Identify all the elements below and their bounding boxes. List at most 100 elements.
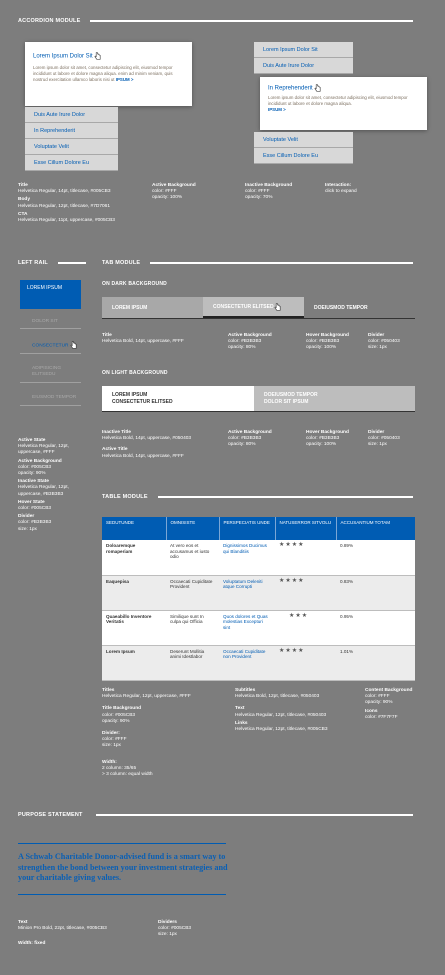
spec-value: size: 1px: [368, 345, 387, 351]
accordion-open-panel-left[interactable]: Lorem Ipsum Dolor Sit Lorem ipsum dolor …: [25, 42, 192, 106]
accordion-panel-title[interactable]: In Reprehenderit: [268, 84, 419, 92]
tab-light-spec-titles: Inactive Title Helvetica Bold, 14pt, uppe…: [102, 430, 222, 460]
accordion-open-panel-right[interactable]: In Reprehenderit Lorem ipsum dolor sit a…: [260, 77, 427, 130]
spec-value: Helvetica Regular, 11pt, uppercase, #005…: [18, 218, 115, 224]
left-rail-specs: Active State Helvetica Regular, 12pt, uppe…: [18, 438, 88, 533]
accordion-specs-interaction: Interaction: click to expand: [325, 183, 357, 195]
star-rating-icon: ★★★★: [275, 575, 336, 611]
accordion-item[interactable]: Esse Cillum Dolore Eu: [25, 155, 118, 171]
tab-item-active[interactable]: CONSECTETUR ELITSED: [203, 297, 304, 318]
accordion-panel-body: Lorem ipsum dolor sit amet, consectetur …: [33, 65, 173, 82]
tab-item[interactable]: DOEIUSMOD TEMPOR: [304, 297, 415, 318]
tab-dark-spec-divider: Divider color: #050403 size: 1px: [368, 333, 400, 352]
tab-label: DOLOR SIT IPSUM: [264, 399, 309, 405]
table-cell-title: Lorem Ipsum: [102, 645, 166, 681]
table-header-cell: SEDUTUNDE: [102, 517, 167, 540]
spec-value: click to expand: [325, 189, 357, 195]
table-cell-text: At vero eos et accusamus et iusto odio: [166, 540, 219, 576]
accordion-cta-link[interactable]: IPSUM >: [116, 77, 134, 82]
table-cell-percent: 0.95%: [336, 610, 415, 646]
accordion-item[interactable]: In Reprehenderit: [25, 123, 118, 139]
light-background-heading: On Light Background: [102, 370, 168, 376]
section-rule: [90, 20, 413, 22]
spec-value: uppercase, #FFF: [18, 450, 55, 456]
accordion-panel-title[interactable]: Lorem Ipsum Dolor Sit: [33, 52, 184, 60]
spec-value: Helvetica Regular, 12pt, uppercase, #FFF: [102, 694, 191, 700]
purpose-specs-text: Text Minion Pro Bold, 22pt, titlecase, #0…: [18, 920, 148, 948]
table-cell-percent: 0.89%: [336, 540, 415, 576]
spec-value: > 3 column: equal width: [102, 772, 153, 778]
accordion-specs-typography: Title Helvetica Regular, 14pt, titlecase,…: [18, 183, 148, 224]
table-cell-text: Deserunt Mollitia animi Idestlabor: [166, 645, 219, 681]
accordion-list-right-top: Lorem Ipsum Dolor Sit Duis Aute Irure Do…: [254, 42, 353, 74]
spec-value: color: #005CB3: [18, 506, 52, 512]
accordion-item[interactable]: Duis Aute Irure Dolor: [254, 58, 353, 74]
accordion-cta-link[interactable]: IPSUM >: [268, 107, 286, 112]
table-header-cell: NATUSERROR SITVOLU: [275, 517, 337, 540]
table-module-heading: Table Module: [102, 494, 148, 500]
left-rail-item-active[interactable]: LOREM IPSUM: [20, 280, 81, 309]
accordion-item[interactable]: Voluptate Velit: [254, 132, 353, 148]
table-cell-title: Quaeabillo Inventore Veritatis: [102, 610, 166, 646]
tab-dark-spec-active: Active Background color: #B3B3B3 opacity: …: [228, 333, 272, 352]
hand-cursor-icon: [70, 341, 77, 349]
left-rail-item[interactable]: EIUSMOD TEMPOR: [20, 391, 81, 406]
accordion-item[interactable]: Duis Aute Irure Dolor: [25, 107, 118, 123]
spec-value: opacity: 70%: [245, 195, 273, 201]
hand-cursor-icon: [274, 302, 280, 311]
star-rating-icon: ★★★: [275, 610, 336, 646]
spec-value: Helvetica Regular, 12pt, titlecase, #7D7…: [18, 203, 110, 209]
tab-label: CONSECTETUR ELITSED: [112, 399, 173, 405]
spec-value: size: 1px: [368, 442, 387, 448]
accordion-list-right-bottom: Voluptate Velit Esse Cillum Dolore Eu: [254, 132, 353, 164]
tab-item[interactable]: LOREM IPSUM: [102, 297, 203, 318]
spec-value: Helvetica Regular, 12pt, titlecase, #050…: [235, 712, 327, 718]
tab-light-spec-divider: Divider color: #050403 size: 1px: [368, 430, 400, 449]
left-rail-item[interactable]: DOLOR SIT: [20, 315, 81, 329]
table-specs-col3: Content Background color: #FFF opacity: 90…: [365, 688, 412, 721]
table-cell-title: Doloaremque romaperiam: [102, 540, 166, 576]
purpose-heading: Purpose Statement: [18, 812, 83, 818]
table-cell-text: Similique sunt In culpa qui Officia: [166, 610, 219, 646]
table-cell-title: Eaquepisa: [102, 575, 166, 611]
purpose-specs-dividers: Dividers color: #005CB3 size: 1px: [158, 920, 191, 939]
tab-dark-spec-title: Title Helvetica Bold, 14pt, uppercase, #F…: [102, 333, 184, 345]
accordion-item[interactable]: Voluptate Velit: [25, 139, 118, 155]
tab-item[interactable]: DOEIUSMOD TEMPOR DOLOR SIT IPSUM: [254, 386, 415, 411]
tab-bar-dark: LOREM IPSUM CONSECTETUR ELITSED DOEIUSMO…: [102, 297, 415, 319]
accordion-heading: Accordion Module: [18, 18, 81, 24]
left-rail-item[interactable]: ADIPISICING ELITSEDU: [20, 362, 81, 383]
spec-value: size: 1px: [102, 743, 121, 749]
spec-value: size: 1px: [158, 932, 177, 938]
accordion-item[interactable]: Lorem Ipsum Dolor Sit: [254, 42, 353, 58]
purpose-statement: A Schwab Charitable Donor-advised fund i…: [18, 852, 228, 883]
spec-value: Helvetica Bold, 12pt, titlecase, #050403: [235, 694, 320, 700]
table-cell-link[interactable]: Dignissimos Ducimus qui Blanditiis: [219, 540, 275, 576]
left-rail-item-hover[interactable]: CONSECTETUR: [20, 337, 81, 354]
table-cell-link[interactable]: Voluptatum Deleniti atque Corrupti: [219, 575, 275, 611]
section-rule: [158, 496, 413, 498]
spec-value: opacity: 90%: [102, 718, 130, 724]
left-rail: LOREM IPSUM DOLOR SIT CONSECTETUR ADIPIS…: [20, 280, 81, 406]
table-specs-col2: Subtitles Helvetica Bold, 12pt, titlecase…: [235, 688, 355, 733]
tab-item-active[interactable]: LOREM IPSUM CONSECTETUR ELITSED: [102, 386, 254, 411]
section-rule: [58, 262, 86, 264]
spec-value: Helvetica Regular, 14pt, titlecase, #005…: [18, 189, 111, 195]
spec-value: opacity: 90%: [365, 700, 393, 706]
purpose-divider-top: [18, 843, 226, 844]
accordion-item[interactable]: Esse Cillum Dolore Eu: [254, 148, 353, 164]
table-cell-link[interactable]: Quos dolores et Quas molestias Excepturi…: [219, 610, 275, 646]
spec-value: Helvetica Regular, 12pt, titlecase, #005…: [235, 727, 328, 733]
table-specs-col1: Titles Helvetica Regular, 12pt, uppercase…: [102, 688, 222, 778]
tab-dark-spec-hover: Hover Background color: #B3B3B3 opacity: 1…: [306, 333, 349, 352]
spec-value: uppercase, #B3B3B3: [18, 491, 64, 497]
star-rating-icon: ★★★★: [275, 645, 336, 681]
table-header-cell: OMNISISTE: [166, 517, 220, 540]
table-row: Lorem Ipsum Deserunt Mollitia animi Ides…: [102, 645, 415, 681]
spec-value: Helvetica Bold, 14pt, uppercase, #FFF: [102, 339, 184, 345]
spec-value: opacity: 80%: [228, 442, 256, 448]
section-rule: [150, 262, 413, 264]
tab-label: DOEIUSMOD TEMPOR: [264, 392, 318, 398]
table-cell-link[interactable]: Occaecati Cupiditate non Provident: [219, 645, 275, 681]
dark-background-heading: On Dark Background: [102, 281, 167, 287]
